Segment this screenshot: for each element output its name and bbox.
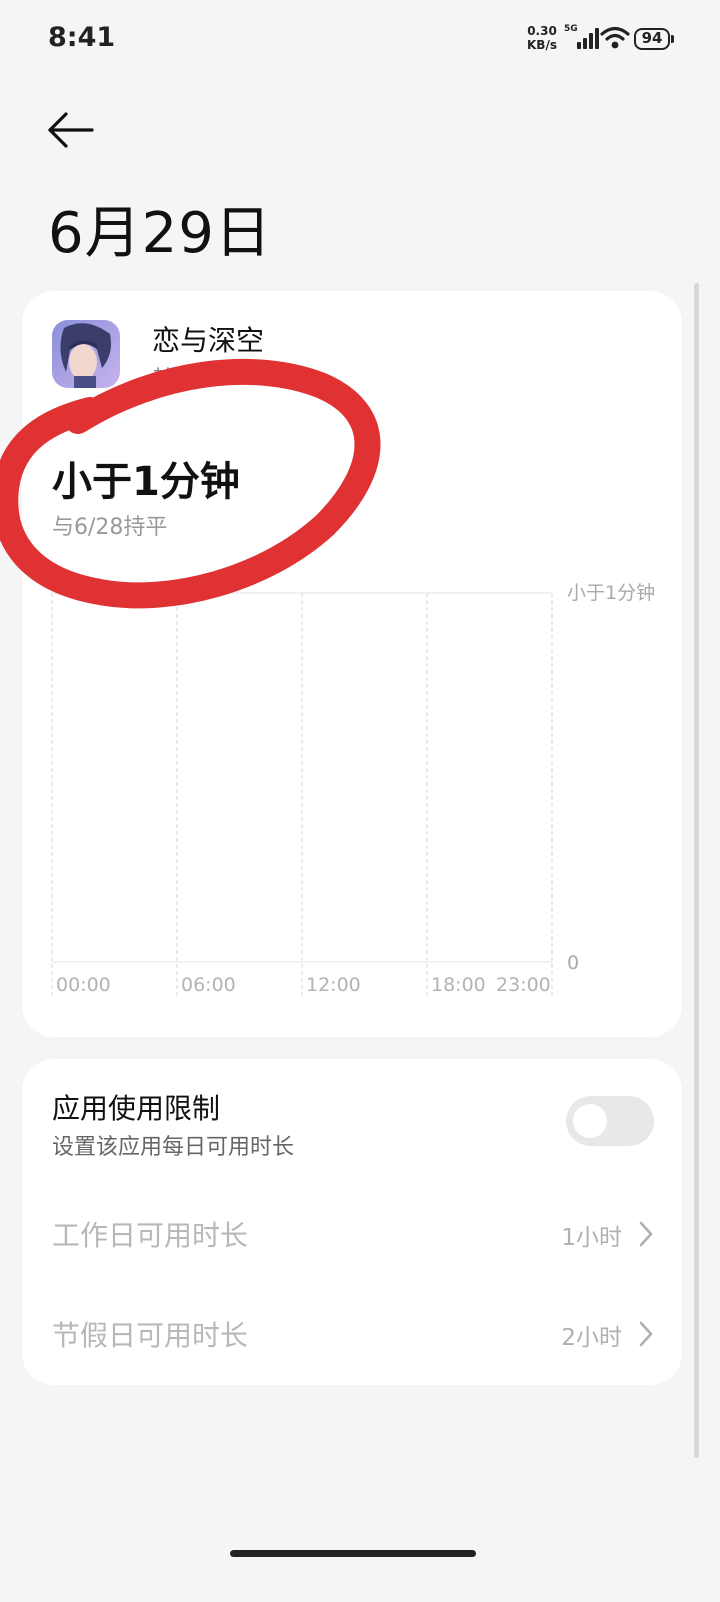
chart-x-tick-label: 00:00 — [56, 974, 111, 996]
usage-limit-card: 应用使用限制 设置该应用每日可用时长 工作日可用时长 1小时 节假日可用时长 2… — [22, 1059, 682, 1385]
workday-limit-value: 1小时 — [561, 1225, 622, 1251]
network-speed-unit: KB/s — [527, 38, 557, 52]
holiday-limit-label: 节假日可用时长 — [52, 1319, 249, 1352]
toggle-knob — [573, 1104, 607, 1138]
battery-tip — [671, 35, 674, 43]
back-button[interactable] — [44, 108, 100, 152]
arrow-left-icon — [48, 112, 94, 148]
wifi-icon — [600, 26, 630, 49]
page-title: 6月29日 — [48, 201, 272, 266]
usage-card: 恋与深空 其他 小于1分钟 与6/28持平 00:00 06:00 12:00 18:… — [22, 291, 682, 1037]
network-speed: 0.30 KB/s — [522, 24, 562, 52]
battery-level: 94 — [641, 29, 663, 47]
workday-limit-row[interactable]: 工作日可用时长 1小时 — [22, 1194, 682, 1274]
chart-y-tick-label: 0 — [567, 952, 579, 974]
status-bar: 8:41 0.30 KB/s 5G 94 — [0, 0, 720, 80]
usage-limit-toggle[interactable] — [566, 1096, 654, 1146]
usage-chart: 00:00 06:00 12:00 18:00 23:00 小于1分钟 0 — [51, 582, 655, 997]
holiday-limit-row[interactable]: 节假日可用时长 2小时 — [22, 1294, 682, 1374]
chart-gridlines — [51, 592, 553, 997]
chart-x-tick-label: 18:00 — [431, 974, 486, 996]
chart-x-tick-label: 23:00 — [496, 974, 551, 996]
workday-limit-label: 工作日可用时长 — [52, 1219, 249, 1252]
chevron-right-icon — [639, 1321, 653, 1347]
home-indicator[interactable] — [230, 1550, 476, 1557]
chart-x-tick-label: 06:00 — [181, 974, 236, 996]
chart-y-axis: 小于1分钟 0 — [567, 582, 655, 974]
usage-limit-subtitle: 设置该应用每日可用时长 — [52, 1135, 295, 1160]
chevron-right-icon — [639, 1221, 653, 1247]
battery-icon: 94 — [634, 28, 670, 50]
network-speed-value: 0.30 — [527, 24, 557, 38]
chart-x-axis: 00:00 06:00 12:00 18:00 23:00 — [56, 974, 551, 996]
chart-x-tick-label: 12:00 — [306, 974, 361, 996]
status-time: 8:41 — [48, 22, 116, 53]
chart-y-tick-label: 小于1分钟 — [567, 582, 655, 604]
scrollbar[interactable] — [694, 283, 699, 1458]
holiday-limit-value: 2小时 — [561, 1325, 622, 1351]
usage-limit-title: 应用使用限制 — [52, 1092, 221, 1125]
signal-icon — [577, 28, 599, 49]
